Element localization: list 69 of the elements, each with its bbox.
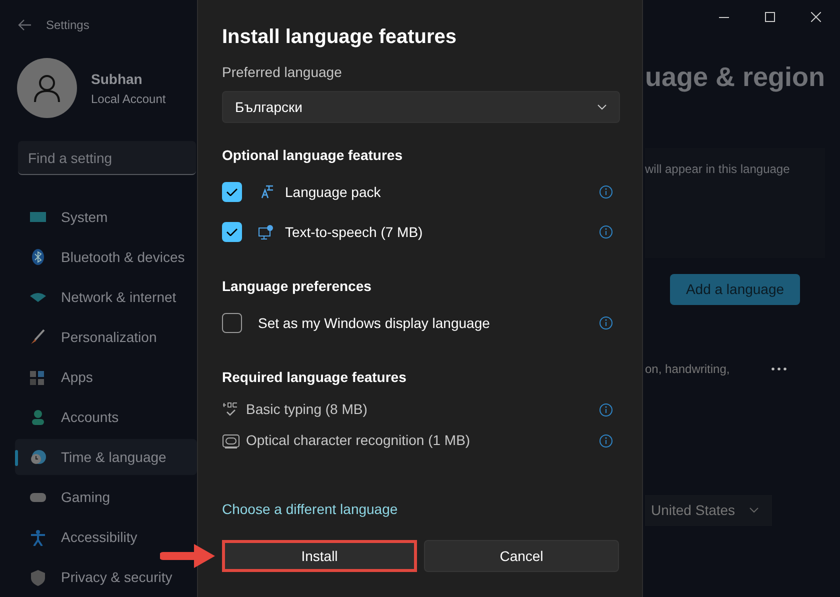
sidebar-label: Personalization: [61, 328, 157, 346]
arrow-icon: [160, 543, 216, 569]
language-note: on, handwriting,: [645, 360, 731, 378]
feature-label: Optical character recognition (1 MB): [246, 431, 470, 450]
sidebar-label: System: [61, 208, 108, 227]
chevron-icon: [597, 104, 607, 110]
sidebar-item[interactable]: Personalization: [15, 319, 197, 355]
link[interactable]: Choose a different language: [222, 499, 619, 520]
section-heading: Language preferences: [222, 277, 372, 296]
close-icon: [811, 12, 821, 22]
checkbox[interactable]: [222, 182, 242, 202]
account-name: Subhan: [91, 70, 144, 88]
feature-label: Basic typing (8 MB): [246, 400, 368, 419]
clock-icon: [29, 448, 47, 466]
sidebar-item[interactable]: Bluetooth & devices: [15, 239, 197, 275]
section-heading: Optional language features: [222, 146, 404, 165]
account-type: Local Account: [91, 90, 166, 108]
check-icon: [226, 188, 238, 196]
checkbox[interactable]: [222, 222, 242, 242]
sidebar-item[interactable]: System: [15, 199, 197, 235]
bluetooth-icon: [29, 248, 47, 266]
sidebar-item[interactable]: Privacy & security: [15, 559, 197, 595]
dialog-button[interactable]: Install: [222, 540, 418, 572]
chevron-icon: [749, 507, 760, 513]
more-icon: [771, 366, 787, 370]
info-icon: [599, 402, 613, 416]
page-title: uage & region: [645, 61, 826, 94]
language-dropdown[interactable]: Български: [222, 91, 620, 123]
maximize-icon: [765, 12, 775, 22]
shield-icon: [29, 568, 47, 586]
sidebar-label: Accessibility: [61, 528, 138, 547]
sidebar-item[interactable]: Accounts: [15, 399, 197, 435]
brush-icon: [29, 328, 47, 346]
info-icon: [599, 185, 613, 199]
sidebar-label: Gaming: [61, 488, 110, 507]
window-title: Settings: [46, 17, 90, 34]
info-icon: [599, 434, 613, 448]
sidebar-item[interactable]: Accessibility: [15, 519, 197, 555]
feature-label: Text-to-speech (7 MB): [285, 222, 423, 242]
sidebar-item[interactable]: Apps: [15, 359, 197, 395]
sidebar-label: Time & language: [61, 448, 166, 467]
region-dropdown[interactable]: United States: [645, 494, 772, 526]
field-label: Preferred language: [222, 63, 343, 82]
accessibility-icon: [29, 528, 47, 546]
info-icon: [599, 225, 613, 239]
sidebar-label: Apps: [61, 368, 93, 387]
check-icon: [226, 228, 238, 236]
sidebar-label: Bluetooth & devices: [61, 248, 185, 266]
scanner-icon: [222, 432, 240, 448]
feature-label: Set as my Windows display language: [258, 314, 490, 333]
sidebar-label: Accounts: [61, 408, 119, 426]
back-icon: [18, 19, 32, 31]
sidebar-label: Network & internet: [61, 288, 176, 306]
search-field[interactable]: Find a setting: [18, 141, 196, 175]
sidebar-item[interactable]: Gaming: [15, 479, 197, 515]
spellcheck-icon: [222, 402, 240, 418]
section-heading: Required language features: [222, 368, 408, 387]
sidebar-label: Privacy & security: [61, 568, 172, 587]
display-note: will appear in this language: [645, 162, 790, 176]
person-icon: [29, 408, 47, 426]
checkbox[interactable]: [222, 313, 242, 333]
sidebar-item[interactable]: Network & internet: [15, 279, 197, 315]
dialog-button[interactable]: Cancel: [424, 540, 619, 572]
feature-label: Language pack: [285, 182, 381, 202]
apps-icon: [29, 368, 47, 386]
info-icon: [599, 316, 613, 330]
sidebar-item[interactable]: Time & language: [15, 439, 197, 475]
dialog-title: Install language features: [222, 25, 458, 50]
speech-icon: [258, 224, 276, 240]
